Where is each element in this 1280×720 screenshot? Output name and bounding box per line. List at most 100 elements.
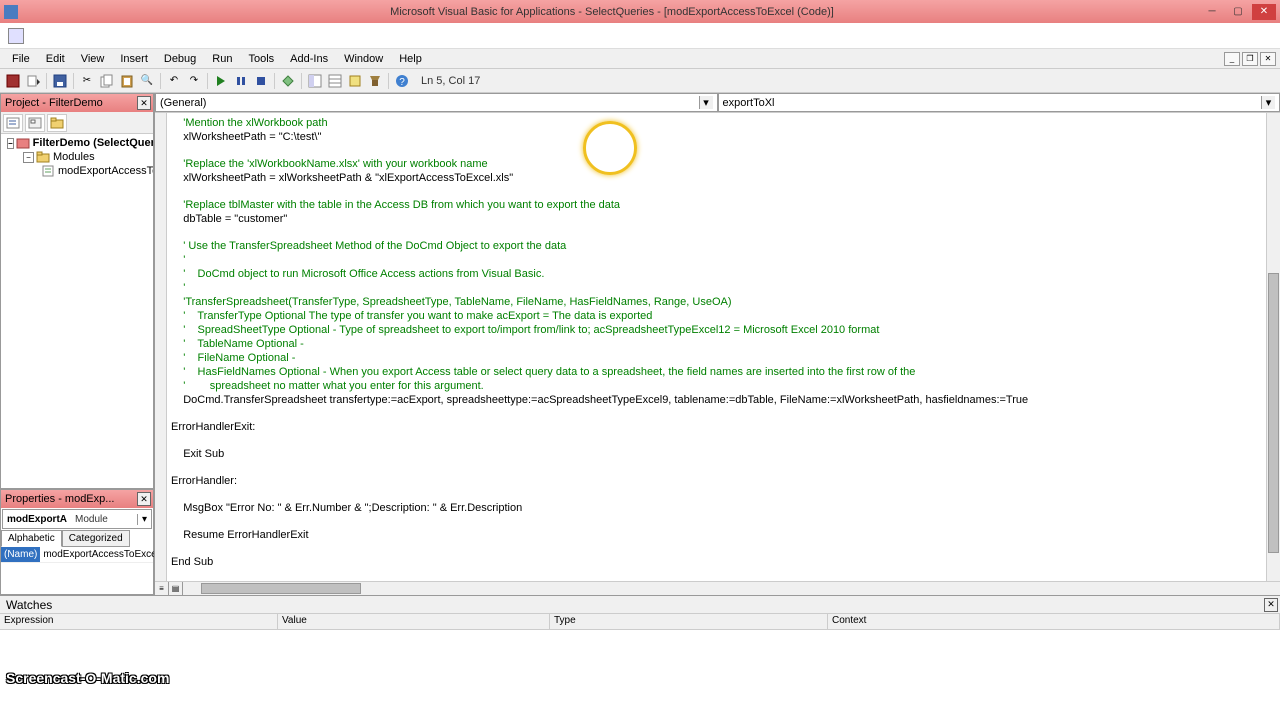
menu-tools[interactable]: Tools — [240, 51, 282, 67]
folder-icon — [36, 151, 50, 163]
properties-title-text: Properties - modExp... — [5, 493, 114, 505]
sub-toolbar — [0, 23, 1280, 49]
maximize-button[interactable]: ▢ — [1226, 4, 1250, 20]
code-editor[interactable]: 'Mention the xlWorkbook path xlWorksheet… — [155, 113, 1280, 581]
prop-obj-name: modExportA — [3, 514, 71, 525]
window-title: Microsoft Visual Basic for Applications … — [24, 6, 1200, 18]
property-row[interactable]: (Name) modExportAccessToExce — [1, 547, 153, 563]
dropdown-icon[interactable]: ▾ — [699, 96, 713, 109]
window-titlebar: Microsoft Visual Basic for Applications … — [0, 0, 1280, 23]
watches-close-button[interactable]: ✕ — [1264, 598, 1278, 612]
view-code-button[interactable] — [3, 114, 23, 132]
menu-file[interactable]: File — [4, 51, 38, 67]
project-explorer-title[interactable]: Project - FilterDemo ✕ — [1, 94, 153, 112]
project-tree[interactable]: − FilterDemo (SelectQueri − Modules modE… — [1, 134, 153, 488]
watches-list[interactable] — [0, 630, 1280, 692]
tree-module-label: modExportAccessTo — [58, 165, 153, 177]
collapse-icon[interactable]: − — [23, 152, 34, 163]
code-margin — [155, 113, 167, 581]
dropdown-icon[interactable]: ▾ — [137, 514, 151, 525]
properties-object-combo[interactable]: modExportA Module ▾ — [2, 509, 152, 529]
help-button[interactable]: ? — [393, 72, 411, 90]
toggle-folders-button[interactable] — [47, 114, 67, 132]
menubar: File Edit View Insert Debug Run Tools Ad… — [0, 49, 1280, 69]
cut-button[interactable]: ✂ — [78, 72, 96, 90]
toolbox-button[interactable] — [366, 72, 384, 90]
copy-button[interactable] — [98, 72, 116, 90]
watches-title-text: Watches — [6, 598, 52, 612]
procedure-combo-value: exportToXl — [723, 97, 775, 109]
full-module-view-button[interactable]: ▤ — [169, 582, 183, 595]
tab-alphabetic[interactable]: Alphabetic — [1, 530, 62, 547]
col-type[interactable]: Type — [550, 614, 828, 629]
tree-modules-folder[interactable]: − Modules — [3, 150, 151, 164]
menu-view[interactable]: View — [73, 51, 113, 67]
standard-toolbar: ✂ 🔍 ↶ ↷ ? Ln 5, Col 17 — [0, 69, 1280, 93]
mdi-close-button[interactable]: ✕ — [1260, 52, 1276, 66]
project-icon — [16, 137, 30, 149]
break-button[interactable] — [232, 72, 250, 90]
menu-edit[interactable]: Edit — [38, 51, 73, 67]
object-combo[interactable]: (General) ▾ — [155, 93, 718, 112]
project-title-text: Project - FilterDemo — [5, 97, 103, 109]
mdi-minimize-button[interactable]: _ — [1224, 52, 1240, 66]
reset-button[interactable] — [252, 72, 270, 90]
col-context[interactable]: Context — [828, 614, 1280, 629]
menu-help[interactable]: Help — [391, 51, 430, 67]
object-browser-button[interactable] — [346, 72, 364, 90]
menu-addins[interactable]: Add-Ins — [282, 51, 336, 67]
dropdown-icon[interactable]: ▾ — [1261, 96, 1275, 109]
save-button[interactable] — [51, 72, 69, 90]
code-window: (General) ▾ exportToXl ▾ 'Mention the xl… — [154, 93, 1280, 595]
undo-button[interactable]: ↶ — [165, 72, 183, 90]
horizontal-scrollbar-row: ≡ ▤ — [155, 581, 1280, 595]
watches-window: Watches ✕ Expression Value Type Context — [0, 595, 1280, 692]
properties-close-button[interactable]: ✕ — [137, 492, 151, 506]
mdi-restore-button[interactable]: ❐ — [1242, 52, 1258, 66]
close-button[interactable]: ✕ — [1252, 4, 1276, 20]
properties-title-bar[interactable]: Properties - modExp... ✕ — [1, 490, 153, 508]
design-mode-button[interactable] — [279, 72, 297, 90]
tree-project-root[interactable]: − FilterDemo (SelectQueri — [3, 136, 151, 150]
run-button[interactable] — [212, 72, 230, 90]
view-access-button[interactable] — [4, 72, 22, 90]
project-close-button[interactable]: ✕ — [137, 96, 151, 110]
redo-button[interactable]: ↷ — [185, 72, 203, 90]
tree-folder-label: Modules — [53, 151, 95, 163]
code-text[interactable]: 'Mention the xlWorkbook path xlWorksheet… — [171, 117, 1266, 570]
procedure-view-button[interactable]: ≡ — [155, 582, 169, 595]
watermark-text: Screencast-O-Matic.com — [6, 670, 169, 686]
properties-window-button[interactable] — [326, 72, 344, 90]
property-name: (Name) — [1, 547, 40, 562]
menu-debug[interactable]: Debug — [156, 51, 204, 67]
project-explorer-button[interactable] — [306, 72, 324, 90]
properties-grid[interactable]: (Name) modExportAccessToExce — [1, 547, 153, 594]
project-toolbar — [1, 112, 153, 134]
procedure-combo[interactable]: exportToXl ▾ — [718, 93, 1280, 112]
insert-dropdown-button[interactable] — [24, 72, 42, 90]
project-explorer: Project - FilterDemo ✕ − FilterDemo (Sel… — [0, 93, 154, 489]
cursor-position: Ln 5, Col 17 — [421, 75, 480, 87]
minimize-button[interactable]: ─ — [1200, 4, 1224, 20]
property-value[interactable]: modExportAccessToExce — [40, 547, 159, 562]
menu-run[interactable]: Run — [204, 51, 240, 67]
module-icon — [41, 165, 55, 177]
scrollbar-thumb[interactable] — [201, 583, 361, 594]
scrollbar-thumb[interactable] — [1268, 273, 1279, 553]
watches-title-bar[interactable]: Watches ✕ — [0, 596, 1280, 614]
app-icon — [4, 5, 18, 19]
paste-button[interactable] — [118, 72, 136, 90]
vertical-scrollbar[interactable] — [1266, 113, 1280, 581]
menu-window[interactable]: Window — [336, 51, 391, 67]
tree-module-item[interactable]: modExportAccessTo — [3, 164, 151, 178]
collapse-icon[interactable]: − — [7, 138, 14, 149]
view-object-button[interactable] — [25, 114, 45, 132]
horizontal-scrollbar[interactable] — [183, 582, 1280, 595]
prop-obj-type: Module — [71, 514, 112, 525]
find-button[interactable]: 🔍 — [138, 72, 156, 90]
menu-insert[interactable]: Insert — [112, 51, 156, 67]
properties-window: Properties - modExp... ✕ modExportA Modu… — [0, 489, 154, 595]
col-value[interactable]: Value — [278, 614, 550, 629]
col-expression[interactable]: Expression — [0, 614, 278, 629]
tab-categorized[interactable]: Categorized — [62, 530, 130, 547]
